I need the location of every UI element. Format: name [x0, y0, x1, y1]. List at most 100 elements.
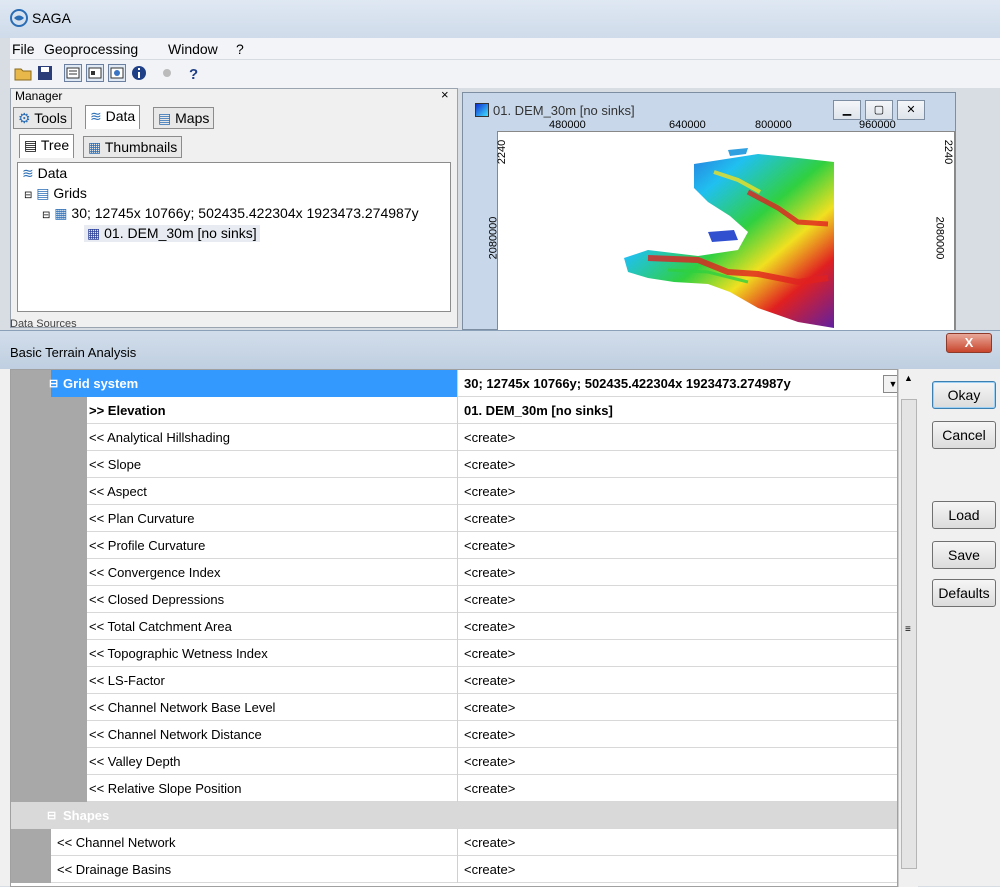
defaults-button[interactable]: Defaults	[932, 579, 996, 607]
parameter-value[interactable]: <create>	[457, 613, 897, 640]
parameter-value[interactable]: <create>	[457, 478, 897, 505]
parameter-row[interactable]: << Topographic Wetness Index <create>	[11, 640, 897, 667]
shapes-category-row[interactable]: ⊟ Shapes	[11, 802, 897, 829]
dropdown-arrow-icon[interactable]: ▼	[883, 375, 897, 393]
parameter-value[interactable]: <create>	[457, 586, 897, 613]
minimize-icon[interactable]: ▁	[833, 100, 861, 120]
scroll-up-icon[interactable]: ▲	[904, 373, 913, 383]
grid-layer-icon: ▦	[87, 225, 101, 241]
parameter-row[interactable]: << Profile Curvature <create>	[11, 532, 897, 559]
dialog-title-bar: Basic Terrain Analysis X	[0, 331, 1000, 369]
parameter-value[interactable]: <create>	[457, 640, 897, 667]
parameter-row[interactable]: << Channel Network Distance <create>	[11, 721, 897, 748]
parameter-label: << Total Catchment Area	[89, 619, 232, 634]
parameter-row[interactable]: << Total Catchment Area <create>	[11, 613, 897, 640]
help-icon[interactable]: ?	[184, 64, 202, 83]
parameter-value[interactable]: <create>	[457, 451, 897, 478]
parameter-value[interactable]: <create>	[457, 505, 897, 532]
elevation-row[interactable]: >> Elevation 01. DEM_30m [no sinks]	[11, 397, 897, 424]
x-tick-label: 800000	[755, 119, 792, 131]
parameter-row[interactable]: << Closed Depressions <create>	[11, 586, 897, 613]
parameter-label: << Valley Depth	[89, 754, 181, 769]
elevation-value[interactable]: 01. DEM_30m [no sinks]	[457, 397, 897, 424]
maximize-icon[interactable]: ▢	[865, 100, 893, 120]
tree-node-dem-label: 01. DEM_30m [no sinks]	[104, 225, 257, 241]
parameter-row[interactable]: << Relative Slope Position <create>	[11, 775, 897, 802]
dem-raster-image	[624, 148, 834, 328]
parameter-value[interactable]: <create>	[457, 532, 897, 559]
toolbar: ?	[10, 60, 1000, 88]
toggle-properties-icon[interactable]	[86, 64, 104, 82]
parameter-value[interactable]: <create>	[457, 721, 897, 748]
cancel-button[interactable]: Cancel	[932, 421, 996, 449]
parameter-value[interactable]: <create>	[457, 775, 897, 802]
tools-icon: ⚙	[18, 110, 31, 126]
parameter-row[interactable]: << Channel Network <create>	[11, 829, 897, 856]
parameter-row[interactable]: << Valley Depth <create>	[11, 748, 897, 775]
tree-icon: ▤	[24, 137, 38, 153]
parameter-label: << LS-Factor	[89, 673, 165, 688]
parameter-row[interactable]: << LS-Factor <create>	[11, 667, 897, 694]
collapse-icon[interactable]: ⊟	[24, 190, 32, 201]
scrollbar-thumb[interactable]: ≡	[901, 399, 917, 869]
parameter-label: << Drainage Basins	[57, 862, 172, 877]
parameter-value[interactable]: <create>	[457, 829, 897, 856]
parameter-label: << Profile Curvature	[89, 538, 206, 553]
collapse-icon[interactable]: ⊟	[49, 377, 58, 390]
subtab-tree[interactable]: ▤ Tree	[19, 134, 75, 158]
shapes-label: Shapes	[63, 808, 110, 823]
parameter-row[interactable]: << Analytical Hillshading <create>	[11, 424, 897, 451]
collapse-icon[interactable]: ⊟	[47, 809, 56, 822]
parameter-value[interactable]: <create>	[457, 667, 897, 694]
collapse-icon[interactable]: ⊟	[42, 210, 50, 221]
load-button[interactable]: Load	[932, 501, 996, 529]
parameter-label: << Convergence Index	[89, 565, 221, 580]
parameter-row[interactable]: << Convergence Index <create>	[11, 559, 897, 586]
menu-help[interactable]: ?	[236, 41, 244, 57]
tree-node-grid-system-label: 30; 12745x 10766y; 502435.422304x 192347…	[71, 205, 419, 221]
parameter-label: << Aspect	[89, 484, 147, 499]
parameter-row[interactable]: << Aspect <create>	[11, 478, 897, 505]
menu-window[interactable]: Window	[168, 41, 218, 57]
parameter-value[interactable]: <create>	[457, 694, 897, 721]
parameter-value[interactable]: <create>	[457, 748, 897, 775]
toggle-messages-icon[interactable]	[108, 64, 126, 82]
open-folder-icon[interactable]	[14, 64, 32, 82]
toggle-manager-icon[interactable]	[64, 64, 82, 82]
tab-tools[interactable]: ⚙ Tools	[13, 107, 72, 129]
parameter-row[interactable]: << Slope <create>	[11, 451, 897, 478]
tab-maps[interactable]: ▤ Maps	[153, 107, 215, 129]
parameter-label: << Channel Network Base Level	[89, 700, 276, 715]
grid-system-row[interactable]: ⊟ Grid system 30; 12745x 10766y; 502435.…	[11, 370, 897, 397]
tool-disabled-icon	[158, 64, 176, 82]
grid-system-label: Grid system	[63, 376, 139, 391]
save-button[interactable]: Save	[932, 541, 996, 569]
parameter-row[interactable]: << Channel Network Base Level <create>	[11, 694, 897, 721]
dialog-close-button[interactable]: X	[946, 333, 992, 353]
grid-system-value[interactable]: 30; 12745x 10766y; 502435.422304x 192347…	[457, 370, 897, 397]
menu-geoprocessing[interactable]: Geoprocessing	[44, 41, 138, 57]
tree-node-dem[interactable]: ▦ 01. DEM_30m [no sinks]	[84, 225, 260, 242]
info-icon[interactable]	[130, 64, 148, 82]
subtab-thumbnails-label: Thumbnails	[104, 139, 178, 155]
subtab-thumbnails[interactable]: ▦ Thumbnails	[83, 136, 183, 158]
parameters-grid: ⊟ Grid system 30; 12745x 10766y; 502435.…	[10, 369, 898, 887]
vertical-scrollbar[interactable]: ▲ ≡	[898, 369, 918, 887]
parameter-row[interactable]: << Plan Curvature <create>	[11, 505, 897, 532]
parameter-value[interactable]: <create>	[457, 559, 897, 586]
parameter-value[interactable]: <create>	[457, 424, 897, 451]
save-icon[interactable]	[36, 64, 54, 82]
tab-data[interactable]: ≋ Data	[85, 105, 141, 129]
subtab-tree-label: Tree	[40, 137, 70, 153]
tree-node-grids[interactable]: ⊟ ▤ Grids	[24, 185, 87, 202]
x-tick-label: 480000	[549, 119, 586, 131]
close-icon[interactable]: ✕	[897, 100, 925, 120]
map-canvas[interactable]: 2240 2080000 2240 2080000	[487, 131, 955, 331]
manager-close-icon[interactable]: ×	[441, 87, 449, 102]
tree-node-data[interactable]: ≋ Data	[22, 165, 67, 182]
parameter-value[interactable]: <create>	[457, 856, 897, 883]
parameter-row[interactable]: << Drainage Basins <create>	[11, 856, 897, 883]
okay-button[interactable]: Okay	[932, 381, 996, 409]
tree-node-grid-system[interactable]: ⊟ ▦ 30; 12745x 10766y; 502435.422304x 19…	[42, 205, 419, 222]
menu-file[interactable]: File	[12, 41, 35, 57]
